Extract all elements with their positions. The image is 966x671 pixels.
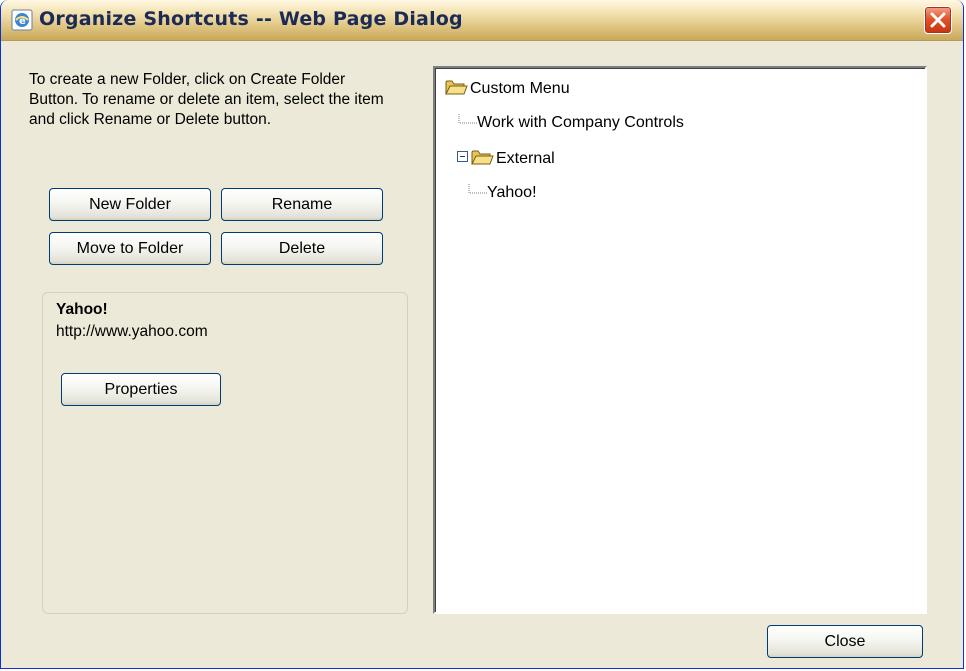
rename-button[interactable]: Rename [221,188,383,221]
dialog-window: e Organize Shortcuts -- Web Page Dialog … [0,0,964,669]
tree-node-external[interactable]: External [457,150,555,168]
tree-branch-line [468,183,487,194]
tree-node-yahoo[interactable]: Yahoo! [467,183,537,202]
new-folder-button[interactable]: New Folder [49,188,211,221]
collapse-icon[interactable] [457,151,468,163]
tree-node-label: Yahoo! [487,184,537,201]
tree-branch-line [458,113,477,124]
item-properties-panel: Yahoo! http://www.yahoo.com Properties [42,292,408,614]
dialog-body: To create a new Folder, click on Create … [7,42,959,666]
close-button[interactable]: Close [767,625,923,658]
delete-button[interactable]: Delete [221,232,383,265]
open-folder-icon [471,150,494,165]
close-x-icon[interactable] [924,6,952,34]
tree-node-label: Work with Company Controls [477,114,684,131]
open-folder-icon [445,80,468,95]
ie-page-icon: e [11,9,33,31]
tree-node-work-with-company-controls[interactable]: Work with Company Controls [457,113,684,132]
svg-text:e: e [19,16,26,27]
dialog-title: Organize Shortcuts -- Web Page Dialog [39,8,463,30]
instructions-text: To create a new Folder, click on Create … [29,71,384,128]
shortcuts-tree[interactable]: Custom Menu Work with Company Controls E… [433,66,927,614]
close-x-glyph [930,12,946,28]
tree-node-label: Custom Menu [470,80,570,97]
tree-node-custom-menu[interactable]: Custom Menu [445,80,570,98]
properties-button[interactable]: Properties [61,373,221,406]
move-to-folder-button[interactable]: Move to Folder [49,232,211,265]
selected-item-name: Yahoo! [56,301,108,318]
selected-item-url: http://www.yahoo.com [56,323,208,340]
title-bar[interactable]: e Organize Shortcuts -- Web Page Dialog [1,0,963,41]
tree-node-label: External [496,150,555,167]
